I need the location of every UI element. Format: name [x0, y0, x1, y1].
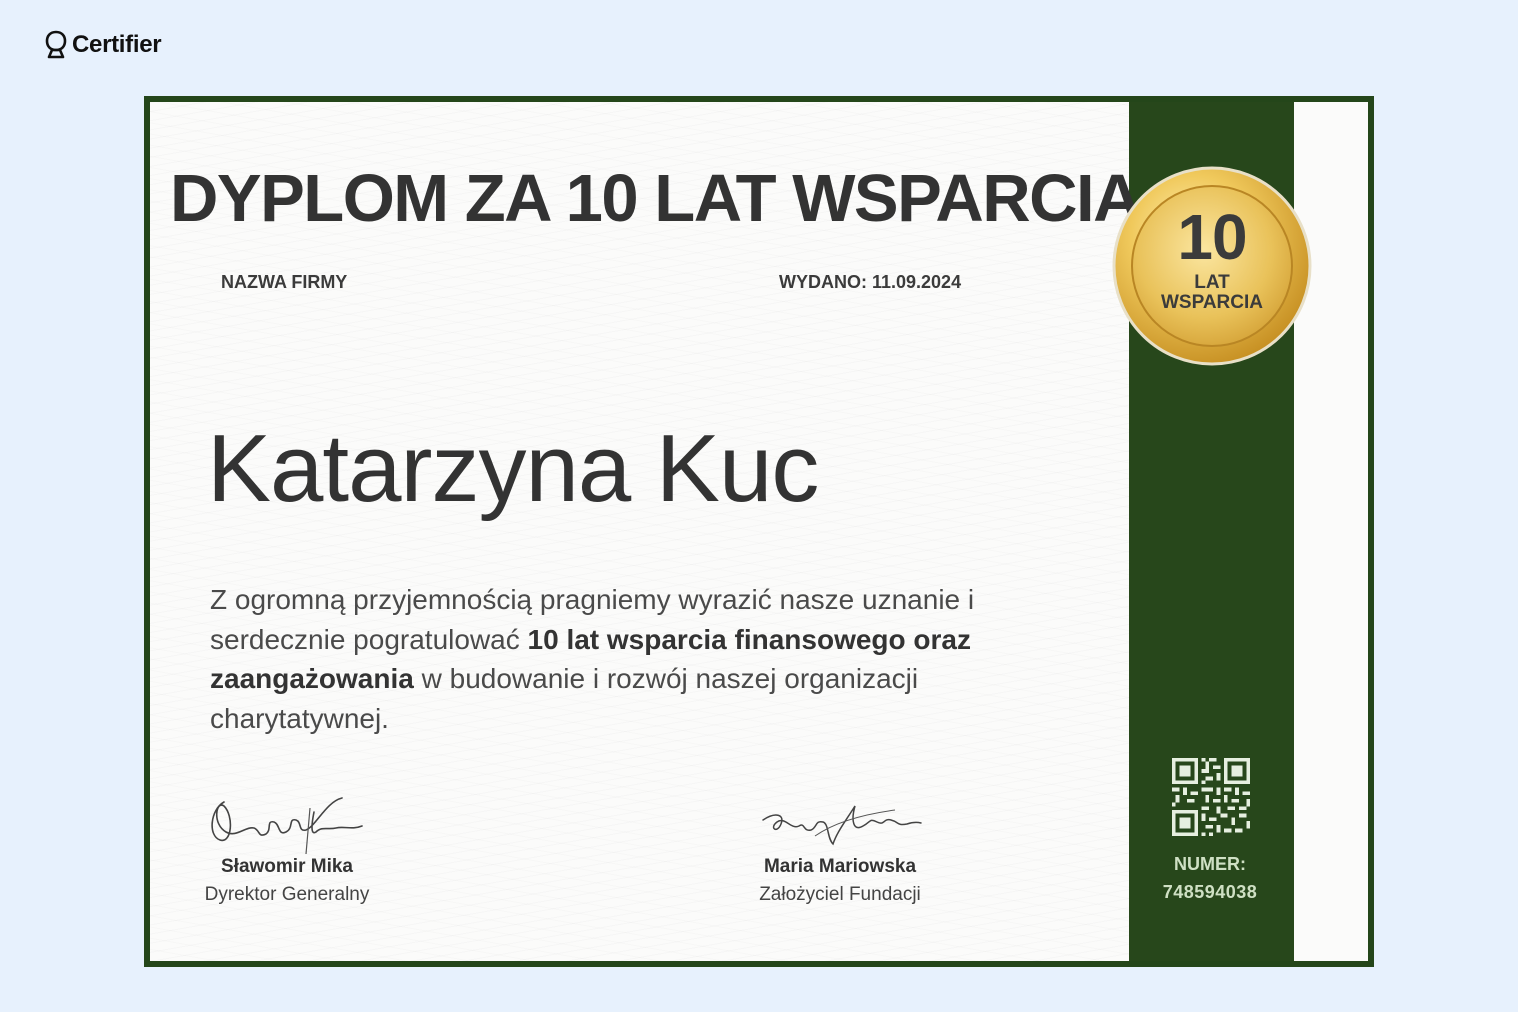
certificate-description: Z ogromną przyjemnością pragniemy wyrazi…: [210, 580, 1040, 738]
signature-name-2: Maria Mariowska: [763, 856, 917, 877]
certificate-title: DYPLOM ZA 10 LAT WSPARCIA: [170, 161, 1142, 236]
signature-image-1: [211, 797, 363, 854]
medal-number: 10: [1177, 201, 1247, 273]
issue-date: WYDANO: 11.09.2024: [779, 272, 962, 292]
brand-name: Certifier: [72, 31, 162, 58]
gold-medal-badge: 10 LAT WSPARCIA: [1112, 166, 1312, 366]
signature-role-2: Założyciel Fundacji: [759, 884, 921, 905]
certificate-number-value: 748594038: [1162, 882, 1258, 902]
certificate: DYPLOM ZA 10 LAT WSPARCIA NAZWA FIRMY WY…: [144, 96, 1374, 967]
qr-code-icon[interactable]: [1172, 758, 1250, 836]
company-name: NAZWA FIRMY: [221, 272, 348, 292]
medal-label-2: WSPARCIA: [1160, 292, 1264, 313]
recipient-name: Katarzyna Kuc: [207, 415, 819, 522]
certificate-number-label: NUMER:: [1174, 854, 1246, 874]
signature-role-1: Dyrektor Generalny: [204, 884, 370, 905]
medal-label-1: LAT: [1194, 272, 1230, 293]
signature-name-1: Sławomir Mika: [221, 856, 353, 877]
certifier-logo-icon: [45, 30, 67, 59]
signature-block-1: Sławomir Mika Dyrektor Generalny: [192, 792, 382, 906]
signature-block-2: Maria Mariowska Założyciel Fundacji: [745, 792, 935, 906]
signature-image-2: [762, 805, 922, 846]
brand-logo[interactable]: Certifier: [44, 30, 162, 60]
